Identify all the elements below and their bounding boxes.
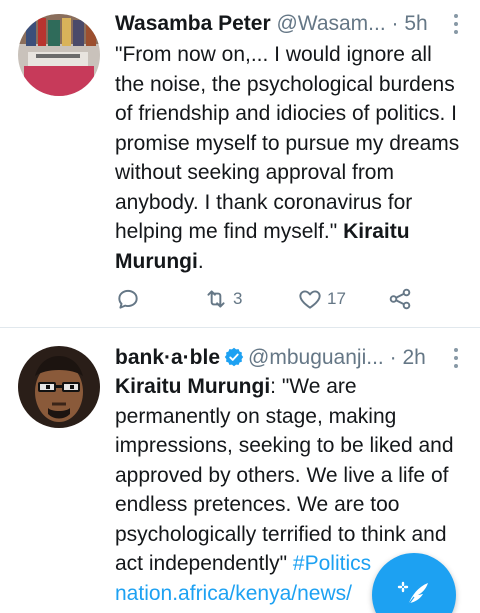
url-link[interactable]: nation.africa/kenya/news/ <box>115 582 352 605</box>
heart-icon <box>299 290 321 309</box>
like-button[interactable]: 17 <box>297 284 346 314</box>
tweet-text-end: . <box>197 249 204 273</box>
user-handle[interactable]: @mbuguanji... <box>248 346 384 369</box>
hashtag-link[interactable]: #Politics <box>293 552 371 575</box>
retweet-button[interactable]: 3 <box>203 284 242 314</box>
timestamp[interactable]: 2h <box>402 346 425 369</box>
more-options-icon[interactable] <box>452 346 460 368</box>
share-button[interactable] <box>387 284 413 314</box>
tweet[interactable]: Wasamba Peter @Wasam... · 5h "From now o… <box>0 0 480 327</box>
tweet-text: "From now on,... I would ignore all the … <box>115 40 465 276</box>
avatar-image <box>18 346 100 428</box>
retweet-count: 3 <box>233 289 243 308</box>
mention-bold: Kiraitu Murungi <box>115 375 271 398</box>
reply-icon <box>118 289 138 309</box>
tweet-text-main: "From now on,... I would ignore all the … <box>115 43 460 243</box>
like-count: 17 <box>327 289 346 308</box>
tweet-header: Wasamba Peter @Wasam... · 5h <box>115 10 460 38</box>
avatar-image <box>18 14 100 96</box>
display-name[interactable]: Wasamba Peter <box>115 12 271 35</box>
tweet-text-main: : "We are permanently on stage, making i… <box>115 375 454 575</box>
separator-dot: · <box>391 12 399 35</box>
display-name[interactable]: bank·a·ble <box>115 346 220 369</box>
tweet-actions: 3 17 <box>115 284 435 314</box>
timestamp[interactable]: 5h <box>404 12 427 35</box>
retweet-icon <box>207 290 225 308</box>
avatar[interactable] <box>18 346 100 428</box>
separator-dot: · <box>389 346 397 369</box>
avatar[interactable] <box>18 14 100 96</box>
reply-button[interactable] <box>115 284 141 314</box>
tweet-header: bank·a·ble @mbuguanji... · 2h <box>115 344 460 372</box>
verified-badge-icon <box>224 347 244 367</box>
compose-tweet-icon <box>397 581 428 606</box>
user-handle[interactable]: @Wasam... <box>276 12 385 35</box>
more-options-icon[interactable] <box>452 12 460 34</box>
share-icon <box>389 288 411 310</box>
